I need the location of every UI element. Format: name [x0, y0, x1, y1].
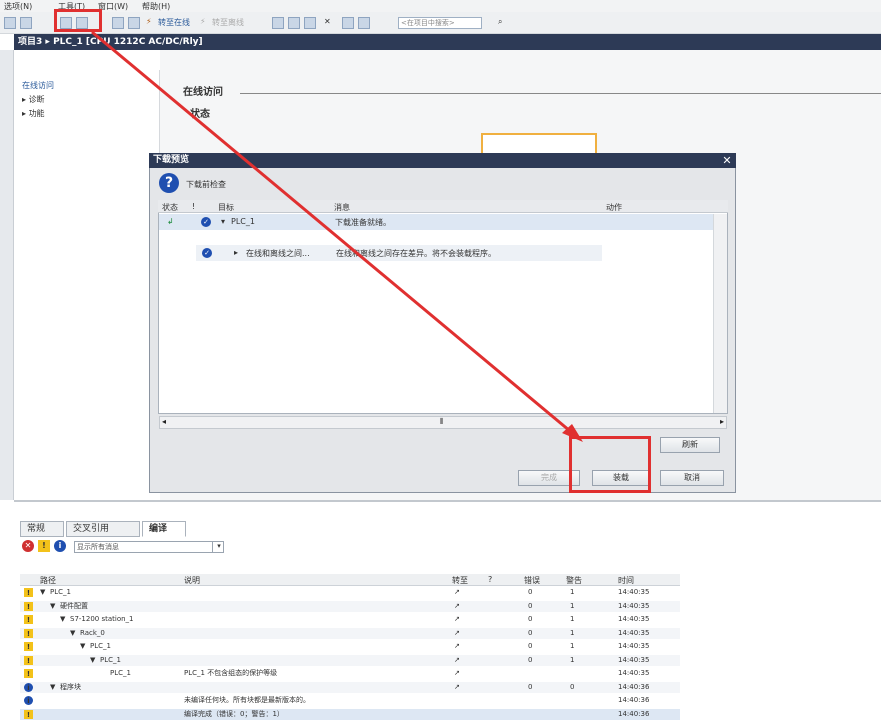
- message-row[interactable]: ! PLC_1 PLC_1 不包含组态的保护等级 ↗ 14:40:35: [20, 668, 680, 679]
- message-description: 未编译任何块。所有块都是最新版本的。: [184, 696, 310, 704]
- message-errors: 0: [528, 628, 533, 637]
- expand-icon[interactable]: ▼: [60, 614, 65, 625]
- goto-link[interactable]: ↗: [454, 641, 460, 652]
- warning-icon: !: [24, 601, 33, 611]
- message-warnings: 1: [570, 601, 575, 610]
- message-row[interactable]: ! ▼ Rack_0 ↗ 0 1 14:40:35: [20, 627, 680, 639]
- warning-icon: !: [24, 588, 33, 597]
- warning-icon: !: [24, 669, 33, 678]
- message-warnings: 0: [570, 682, 575, 691]
- message-filter-select[interactable]: 显示所有消息: [74, 541, 224, 553]
- warning-icon: !: [24, 628, 33, 638]
- message-time: 14:40:35: [618, 669, 650, 677]
- message-description: 编译完成（错误：0；警告：1）: [184, 709, 284, 718]
- message-time: 14:40:35: [618, 588, 650, 596]
- goto-link[interactable]: ↗: [454, 668, 460, 679]
- message-warnings: 1: [570, 655, 575, 664]
- info-filter-icon[interactable]: i: [54, 540, 66, 552]
- col-errors[interactable]: 错误: [524, 575, 540, 586]
- message-errors: 0: [528, 601, 533, 610]
- tab-cross-references[interactable]: 交叉引用: [66, 521, 140, 537]
- message-time: 14:40:35: [618, 601, 650, 610]
- message-errors: 0: [528, 642, 533, 650]
- col-path[interactable]: 路径: [40, 575, 56, 586]
- message-path: S7-1200 station_1: [70, 615, 134, 623]
- message-warnings: 1: [570, 615, 575, 623]
- expand-icon[interactable]: ▼: [90, 655, 95, 666]
- message-time: 14:40:35: [618, 642, 650, 650]
- message-row[interactable]: i ▼ 程序块 ↗ 0 0 14:40:36: [20, 681, 680, 693]
- goto-link[interactable]: ↗: [454, 587, 460, 598]
- col-goto[interactable]: 转至: [452, 575, 468, 586]
- warning-icon: !: [24, 709, 33, 719]
- expand-icon[interactable]: ▼: [50, 682, 55, 693]
- message-row[interactable]: ! ▼ PLC_1 ↗ 0 1 14:40:35: [20, 641, 680, 652]
- message-row[interactable]: ! ▼ S7-1200 station_1 ↗ 0 1 14:40:35: [20, 614, 680, 625]
- message-errors: 0: [528, 655, 533, 664]
- message-row[interactable]: ! ▼ PLC_1 ↗ 0 1 14:40:35: [20, 587, 680, 598]
- message-warnings: 1: [570, 588, 575, 596]
- warning-icon: !: [24, 655, 33, 665]
- warning-icon: !: [24, 615, 33, 624]
- goto-link[interactable]: ↗: [454, 601, 460, 612]
- message-time: 14:40:35: [618, 628, 650, 637]
- message-path: PLC_1: [100, 655, 121, 664]
- message-warnings: 1: [570, 628, 575, 637]
- message-path: PLC_1: [90, 642, 111, 650]
- message-errors: 0: [528, 588, 533, 596]
- message-row[interactable]: ! 编译完成（错误：0；警告：1） 14:40:36: [20, 708, 680, 720]
- message-time: 14:40:36: [618, 682, 650, 691]
- goto-link[interactable]: ↗: [454, 628, 460, 639]
- message-path: 硬件配置: [60, 601, 88, 610]
- message-table-header: 路径 说明 转至 ? 错误 警告 时间: [20, 574, 680, 586]
- expand-icon[interactable]: ▼: [50, 601, 55, 612]
- warning-filter-icon[interactable]: !: [38, 540, 50, 552]
- message-path: 程序块: [60, 682, 81, 691]
- expand-icon[interactable]: ▼: [40, 587, 45, 598]
- col-question[interactable]: ?: [488, 575, 492, 584]
- message-row[interactable]: ! ▼ PLC_1 ↗ 0 1 14:40:35: [20, 654, 680, 666]
- warning-icon: !: [24, 642, 33, 651]
- col-warnings[interactable]: 警告: [566, 575, 582, 586]
- message-time: 14:40:36: [618, 696, 650, 704]
- message-description: PLC_1 不包含组态的保护等级: [184, 669, 278, 677]
- info-icon: i: [24, 682, 33, 692]
- tab-compile[interactable]: 编译: [142, 521, 186, 537]
- goto-link[interactable]: ↗: [454, 614, 460, 625]
- col-description[interactable]: 说明: [184, 575, 200, 586]
- message-time: 14:40:35: [618, 655, 650, 664]
- tab-general[interactable]: 常规: [20, 521, 64, 537]
- expand-icon[interactable]: ▼: [70, 628, 75, 639]
- message-path: PLC_1: [110, 669, 131, 677]
- message-path: Rack_0: [80, 628, 105, 637]
- message-time: 14:40:36: [618, 709, 650, 718]
- message-row[interactable]: ! ▼ 硬件配置 ↗ 0 1 14:40:35: [20, 600, 680, 612]
- chevron-down-icon[interactable]: ▾: [212, 541, 225, 553]
- goto-link[interactable]: ↗: [454, 655, 460, 666]
- message-errors: 0: [528, 682, 533, 691]
- expand-icon[interactable]: ▼: [80, 641, 85, 652]
- message-time: 14:40:35: [618, 615, 650, 623]
- error-filter-icon[interactable]: ✕: [22, 540, 34, 552]
- message-warnings: 1: [570, 642, 575, 650]
- info-icon: i: [24, 696, 33, 705]
- message-row[interactable]: i 未编译任何块。所有块都是最新版本的。 14:40:36: [20, 695, 680, 706]
- message-path: PLC_1: [50, 588, 71, 596]
- message-errors: 0: [528, 615, 533, 623]
- col-time[interactable]: 时间: [618, 575, 634, 586]
- goto-link[interactable]: ↗: [454, 682, 460, 693]
